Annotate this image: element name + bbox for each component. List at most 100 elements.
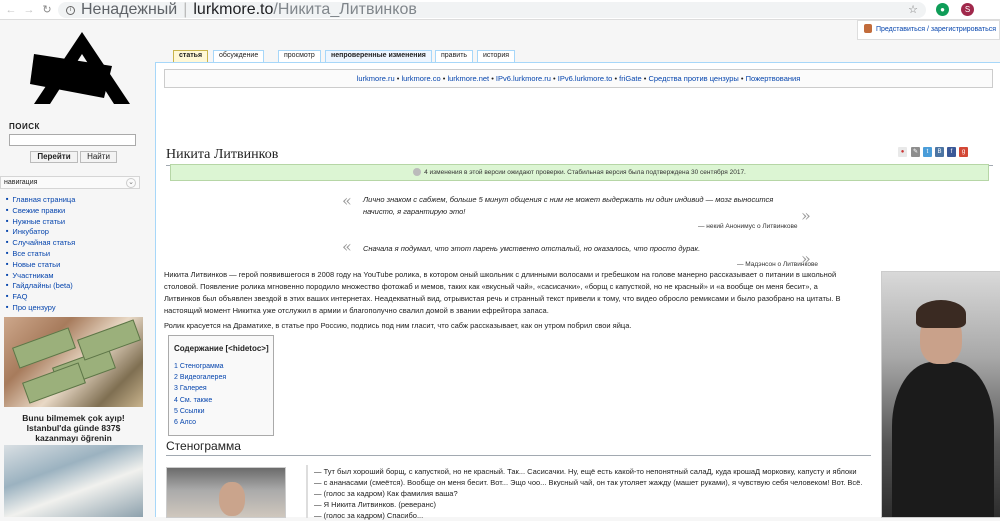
- lurkmore-logo[interactable]: [30, 32, 130, 104]
- nav-link[interactable]: Новые статьи: [12, 260, 60, 269]
- photo-coat: [892, 362, 994, 517]
- nav-link[interactable]: Гайдлайны (beta): [12, 281, 72, 290]
- tab-pending-changes[interactable]: непроверенные изменения: [325, 50, 432, 62]
- mirror-sep: •: [550, 74, 558, 83]
- mirror-sep: •: [489, 74, 496, 83]
- section-heading: Стенограмма: [166, 439, 871, 456]
- info-icon[interactable]: i: [66, 5, 75, 15]
- intro-line: Никита Литвинков — герой появившегося в …: [164, 270, 837, 279]
- nav-link[interactable]: Главная страница: [12, 195, 75, 204]
- profile-avatar[interactable]: S: [961, 3, 974, 16]
- toc-item[interactable]: 6 Алсо: [174, 417, 273, 428]
- navigation-heading-label: навигация: [4, 179, 38, 186]
- nav-link[interactable]: FAQ: [12, 292, 27, 301]
- mirror-link[interactable]: lurkmore.ru: [357, 74, 395, 83]
- tab-article[interactable]: статья: [173, 50, 209, 62]
- mirror-link[interactable]: IPv6.lurkmore.to: [558, 74, 613, 83]
- nav-link[interactable]: Все статьи: [12, 249, 50, 258]
- toc-link[interactable]: 6 Алсо: [174, 419, 196, 426]
- login-link[interactable]: Представиться / зарегистрироваться: [857, 20, 1000, 40]
- transcript-line: (голос за кадром) Как фамилия ваша?: [314, 488, 874, 499]
- chevron-down-icon[interactable]: ⌄: [126, 178, 136, 188]
- toc-title[interactable]: Содержание [<hidetoc>]: [174, 344, 273, 353]
- vk-icon[interactable]: B: [935, 147, 944, 157]
- url-path: /Никита_Литвинков: [273, 1, 417, 18]
- toc-link[interactable]: 1 Стенограмма: [174, 363, 224, 370]
- nav-item-random[interactable]: Случайная статья: [6, 237, 75, 248]
- toc-item[interactable]: 2 Видеогалерея: [174, 372, 273, 383]
- nav-link[interactable]: Участникам: [12, 271, 53, 280]
- facebook-icon[interactable]: f: [947, 147, 956, 157]
- forward-icon[interactable]: →: [22, 4, 36, 16]
- find-button[interactable]: Найти: [80, 151, 117, 163]
- nav-link[interactable]: Про цензуру: [12, 303, 55, 312]
- nav-item-all[interactable]: Все статьи: [6, 248, 75, 259]
- subject-photo[interactable]: [881, 271, 1000, 518]
- go-button[interactable]: Перейти: [30, 151, 78, 163]
- search-input[interactable]: [9, 134, 136, 146]
- mirror-link[interactable]: lurkmore.co: [401, 74, 440, 83]
- toc-link[interactable]: 4 См. также: [174, 397, 212, 404]
- nav-link[interactable]: Свежие правки: [12, 206, 65, 215]
- toc-link[interactable]: 2 Видеогалерея: [174, 374, 226, 381]
- nav-item-wanted[interactable]: Нужные статьи: [6, 216, 75, 227]
- mirror-link[interactable]: friGate: [619, 74, 642, 83]
- nav-item-guidelines[interactable]: Гайдлайны (beta): [6, 280, 75, 291]
- open-quote-icon: «: [342, 237, 352, 256]
- nav-item-faq[interactable]: FAQ: [6, 291, 75, 302]
- close-quote-icon: »: [801, 206, 811, 225]
- nav-item-incubator[interactable]: Инкубатор: [6, 226, 75, 237]
- nav-item-new[interactable]: Новые статьи: [6, 259, 75, 270]
- mirror-sep: •: [738, 74, 746, 83]
- toc-link[interactable]: 5 Ссылки: [174, 408, 204, 415]
- twitter-icon[interactable]: t: [923, 147, 932, 157]
- table-of-contents: Содержание [<hidetoc>] 1 Стенограмма 2 В…: [168, 335, 274, 436]
- tab-edit[interactable]: править: [435, 50, 474, 62]
- mirror-link[interactable]: Средства против цензуры: [648, 74, 738, 83]
- mirror-link[interactable]: IPv6.lurkmore.ru: [496, 74, 551, 83]
- tab-history[interactable]: история: [477, 50, 516, 62]
- toc-item[interactable]: 3 Галерея: [174, 383, 273, 394]
- nav-link[interactable]: Инкубатор: [12, 227, 49, 236]
- address-bar[interactable]: i Ненадежный | lurkmore.to /Никита_Литви…: [58, 1, 926, 18]
- mirror-link[interactable]: Пожертвования: [746, 74, 801, 83]
- nav-item-main[interactable]: Главная страница: [6, 194, 75, 205]
- toc-item[interactable]: 1 Стенограмма: [174, 361, 273, 372]
- quote-1-line: Лично знаком с сабжем, больше 5 минут об…: [363, 195, 774, 204]
- video-still-photo[interactable]: [166, 467, 286, 518]
- quote-1-line: начисто, я гарантирую это!: [363, 207, 466, 216]
- login-text[interactable]: Представиться / зарегистрироваться: [876, 26, 996, 33]
- extension-icon[interactable]: ●: [936, 3, 949, 16]
- tab-discussion[interactable]: обсуждение: [213, 50, 265, 62]
- navigation-list: Главная страница Свежие правки Нужные ст…: [6, 194, 75, 313]
- google-plus-icon[interactable]: g: [959, 147, 968, 157]
- ad-image-banknotes[interactable]: [4, 445, 143, 517]
- mirror-link[interactable]: lurkmore.net: [447, 74, 489, 83]
- nav-item-participants[interactable]: Участникам: [6, 270, 75, 281]
- nav-item-recent[interactable]: Свежие правки: [6, 205, 75, 216]
- tab-view[interactable]: просмотр: [278, 50, 321, 62]
- toc-item[interactable]: 4 См. также: [174, 395, 273, 406]
- transcript-line: (голос за кадром) Спасибо...: [314, 510, 874, 521]
- toc-link[interactable]: 3 Галерея: [174, 385, 207, 392]
- nav-link[interactable]: Нужные статьи: [12, 217, 65, 226]
- quote-1: Лично знаком с сабжем, больше 5 минут об…: [363, 194, 783, 218]
- content-area: lurkmore.ru • lurkmore.co • lurkmore.net…: [155, 62, 1000, 520]
- intro-line: настоящий момент Никитка уже отслужил в …: [164, 306, 549, 315]
- quote-2: Сначала я подумал, что этот парень умств…: [363, 244, 701, 253]
- photo-face: [219, 482, 245, 516]
- bookmark-star-icon[interactable]: ☆: [908, 3, 918, 16]
- transcript-line: Тут был хороший борщ, с капусткой, но не…: [314, 466, 874, 477]
- reload-icon[interactable]: ↻: [40, 3, 54, 16]
- nav-link[interactable]: Случайная статья: [12, 238, 75, 247]
- navigation-heading[interactable]: навигация ⌄: [0, 176, 140, 189]
- back-icon[interactable]: ←: [4, 4, 18, 16]
- ad-image-money[interactable]: [4, 317, 143, 407]
- ad-text[interactable]: Bunu bilmemek çok ayıp! Istanbul'da günd…: [4, 413, 143, 443]
- transcript-list: Тут был хороший борщ, с капусткой, но не…: [314, 466, 874, 521]
- rss-icon[interactable]: ●: [898, 147, 907, 157]
- toc-item[interactable]: 5 Ссылки: [174, 406, 273, 417]
- nav-item-censorship[interactable]: Про цензуру: [6, 302, 75, 313]
- bookmark-icon[interactable]: ✎: [911, 147, 920, 157]
- intro-line: Литвинков был объявлен звездой в этих ва…: [164, 294, 841, 303]
